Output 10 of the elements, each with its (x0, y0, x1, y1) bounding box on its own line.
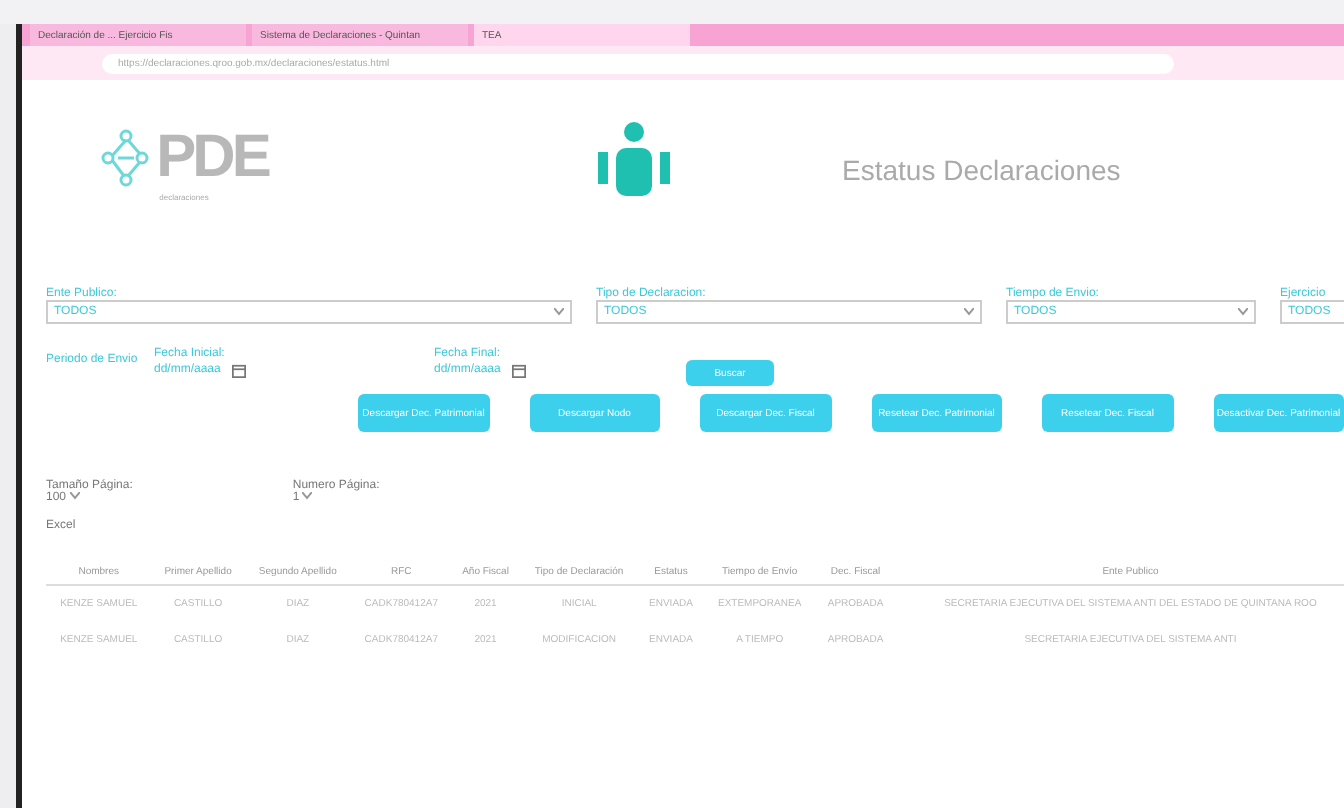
caret-icon (302, 492, 313, 500)
calendar-icon[interactable] (512, 363, 527, 377)
network-logo-icon (100, 127, 153, 187)
logo-text: PDE (156, 123, 268, 191)
caret-icon (554, 308, 564, 316)
caret-icon (964, 308, 974, 316)
caret-icon (69, 492, 80, 500)
page-title: Estatus Declaraciones (842, 154, 1121, 186)
caret-icon (1238, 308, 1248, 316)
calendar-icon[interactable] (232, 363, 247, 377)
